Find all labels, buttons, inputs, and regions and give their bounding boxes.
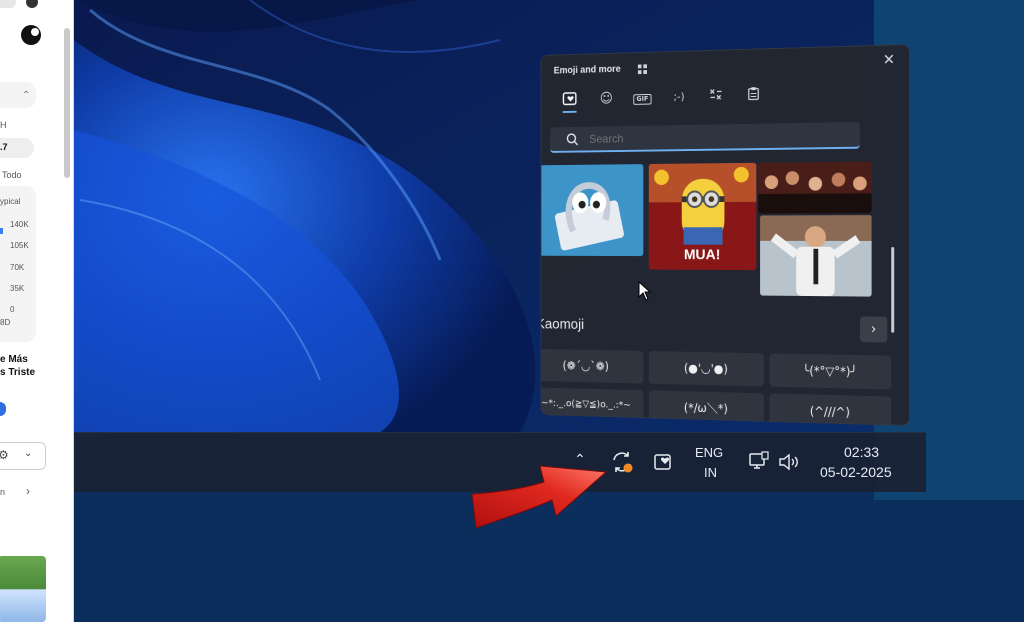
emoji-panel-taskbar-icon[interactable] (654, 452, 674, 472)
value-text: .7 (0, 142, 8, 152)
axis-label: 0 (10, 305, 15, 314)
active-tab-indicator (562, 110, 577, 113)
panel-scrollbar[interactable] (891, 246, 895, 333)
browser-side-panel: ⌃ H .7 Todo ypical 140K 105K 70K 35K 0 8… (0, 0, 74, 622)
label-h: H (0, 120, 7, 130)
axis-label: 140K (10, 220, 29, 229)
headline-line[interactable]: s Triste (0, 367, 35, 378)
gif-item[interactable]: MUA! (648, 162, 757, 271)
gif-tab-label: GIF (633, 93, 652, 105)
action-button[interactable] (0, 402, 6, 416)
toolbar-fragment (0, 0, 16, 8)
emoji-tab[interactable]: ☺ (596, 90, 616, 108)
dancing-man-image (760, 215, 872, 297)
gif-item[interactable] (758, 161, 872, 214)
kaomoji-item[interactable]: ╰(*°▽°*)╯ (769, 353, 892, 390)
axis-foot-label: 8D (0, 318, 11, 327)
gif-caption: MUA! (683, 246, 721, 264)
sync-update-icon[interactable] (610, 450, 634, 474)
kaomoji-expand-button[interactable]: › (859, 316, 888, 343)
kaomoji-section-title: Kaomoji (540, 315, 585, 333)
language-indicator-line2[interactable]: IN (704, 465, 717, 480)
language-indicator-line1[interactable]: ENG (695, 445, 723, 460)
kaomoji-item[interactable]: (^///^) (769, 393, 892, 426)
chevron-right-icon[interactable]: › (26, 484, 30, 498)
network-icon[interactable] (748, 451, 770, 473)
kaomoji-tab-label: ;-) (673, 90, 685, 104)
red-arrow-annotation (471, 465, 608, 529)
chevron-down-icon[interactable]: ⌄ (24, 448, 32, 459)
clock-time[interactable]: 02:33 (844, 444, 879, 460)
search-field[interactable] (550, 121, 860, 153)
kaomoji-item[interactable]: (●'◡'●) (648, 351, 764, 387)
symbols-tab[interactable] (706, 87, 726, 105)
heart-icon (563, 91, 579, 107)
axis-label: 35K (10, 284, 25, 293)
axis-label: 70K (10, 263, 25, 272)
axis-label: 105K (10, 241, 29, 250)
clippy-image (554, 164, 625, 252)
typical-label: ypical (0, 197, 21, 206)
emoji-panel: Emoji and more ✕ ☺ GIF ;-) Search MUA! K… (540, 44, 910, 426)
summary-card (0, 82, 36, 108)
profile-icon[interactable] (26, 0, 38, 8)
grid-icon[interactable] (637, 64, 647, 75)
volume-icon[interactable] (778, 452, 802, 472)
thumbnail-image[interactable] (0, 556, 46, 622)
clipboard-tab[interactable] (743, 86, 764, 104)
panel-title: Emoji and more (553, 64, 621, 77)
chevron-up-icon[interactable]: ⌃ (22, 90, 30, 101)
todo-label[interactable]: Todo (2, 170, 22, 180)
search-input[interactable] (589, 126, 831, 148)
search-icon (566, 133, 578, 146)
gif-item[interactable] (760, 215, 872, 297)
gear-icon[interactable]: ⚙ (0, 448, 9, 462)
tab-label: n (0, 487, 6, 497)
clipboard-icon (748, 87, 759, 101)
gif-item[interactable] (540, 164, 644, 257)
logo-icon (21, 25, 41, 45)
crowd-image (758, 161, 872, 214)
mouse-cursor (638, 281, 652, 301)
favorites-tab[interactable] (561, 91, 581, 108)
chart-marker (0, 228, 3, 234)
gif-tab[interactable]: GIF (632, 89, 652, 107)
scrollbar-thumb[interactable] (64, 28, 70, 178)
headline-line[interactable]: e Más (0, 354, 28, 365)
close-icon[interactable]: ✕ (883, 50, 895, 68)
symbols-icon (710, 87, 723, 101)
kaomoji-tab[interactable]: ;-) (669, 88, 689, 106)
kaomoji-item[interactable]: (❁´◡`❁) (540, 348, 644, 384)
clock-date[interactable]: 05-02-2025 (820, 464, 892, 480)
